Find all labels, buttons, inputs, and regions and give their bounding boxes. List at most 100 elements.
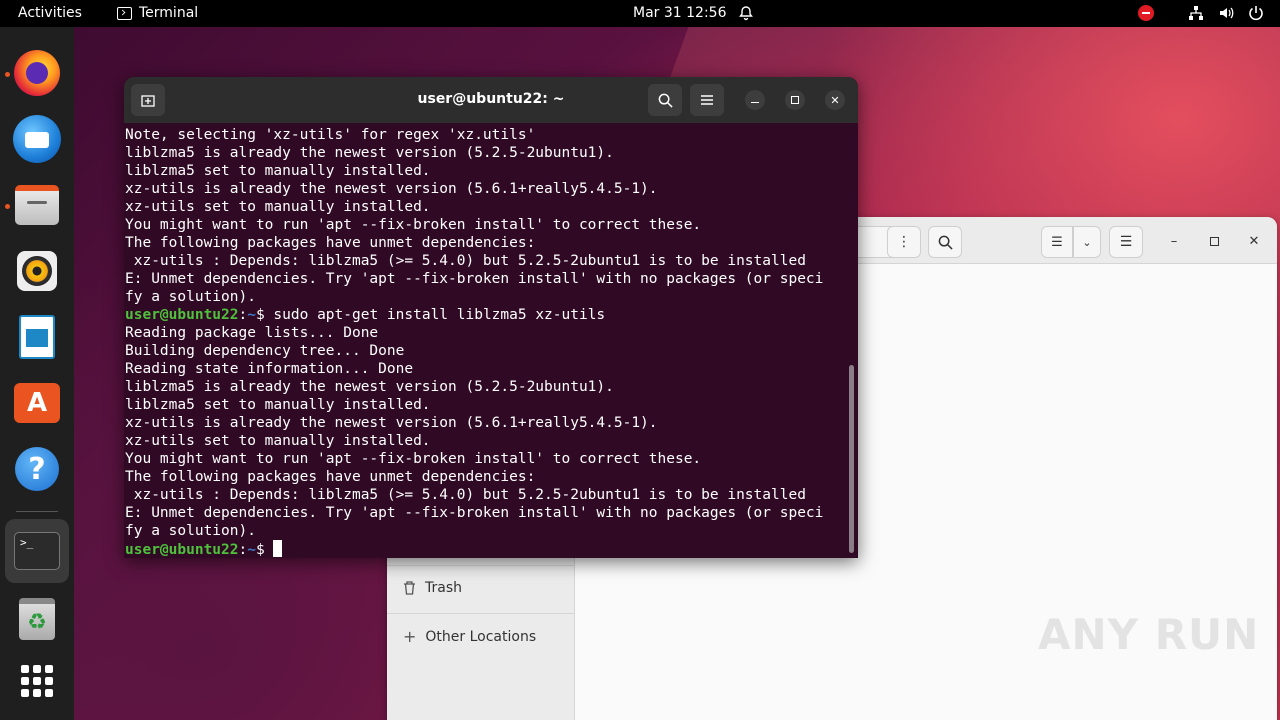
kebab-icon: ⋮ xyxy=(897,234,911,250)
output-line: You might want to run 'apt --fix-broken … xyxy=(125,216,845,234)
output-line: The following packages have unmet depend… xyxy=(125,234,845,252)
activities-button[interactable]: Activities xyxy=(18,5,82,21)
prompt-user: user@ubuntu22 xyxy=(125,307,239,323)
output-line: liblzma5 set to manually installed. xyxy=(125,396,845,414)
search-button[interactable] xyxy=(648,84,682,116)
dock-terminal[interactable]: >_ xyxy=(5,519,69,583)
line-text: xz-utils is already the newest version (… xyxy=(125,415,658,431)
line-text: xz-utils : Depends: liblzma5 (>= 5.4.0) … xyxy=(125,487,806,503)
line-text: You might want to run 'apt --fix-broken … xyxy=(125,451,702,467)
output-line: You might want to run 'apt --fix-broken … xyxy=(125,450,845,468)
terminal-window[interactable]: user@ubuntu22: ~ ✕ Note, selecting 'xz-u… xyxy=(124,77,858,558)
files-icon xyxy=(15,185,59,225)
app-menu[interactable]: Terminal xyxy=(117,5,198,21)
close-button[interactable]: ✕ xyxy=(1244,231,1264,251)
line-text: xz-utils : Depends: liblzma5 (>= 5.4.0) … xyxy=(125,253,806,269)
search-icon xyxy=(938,235,953,250)
maximize-button[interactable] xyxy=(785,90,805,110)
menu-button[interactable] xyxy=(690,84,724,116)
dock-help[interactable]: ? xyxy=(5,437,69,501)
dock: A ? >_ ♻ xyxy=(0,27,74,720)
line-text: E: Unmet dependencies. Try 'apt --fix-br… xyxy=(125,271,824,287)
dock-files[interactable] xyxy=(5,173,69,237)
main-menu-button[interactable]: ☰ xyxy=(1109,226,1143,258)
line-text: fy a solution). xyxy=(125,289,256,305)
output-line: fy a solution). xyxy=(125,288,845,306)
prompt-line: user@ubuntu22:~$ sudo apt-get install li… xyxy=(125,306,845,324)
output-line: Note, selecting 'xz-utils' for regex 'xz… xyxy=(125,126,845,144)
thunderbird-icon xyxy=(13,115,61,163)
line-text: Reading state information... Done xyxy=(125,361,414,377)
dock-show-apps[interactable] xyxy=(5,649,69,713)
sidebar-divider xyxy=(387,613,575,614)
list-view-icon: ☰ xyxy=(1051,234,1063,250)
maximize-button[interactable] xyxy=(1204,231,1224,251)
prompt-path: ~ xyxy=(247,542,256,558)
output-line: liblzma5 set to manually installed. xyxy=(125,162,845,180)
text-cursor xyxy=(273,540,283,557)
dock-thunderbird[interactable] xyxy=(5,107,69,171)
output-line: liblzma5 is already the newest version (… xyxy=(125,378,845,396)
hamburger-icon: ☰ xyxy=(1119,234,1133,250)
dock-trash[interactable]: ♻ xyxy=(5,587,69,651)
output-line: Reading state information... Done xyxy=(125,360,845,378)
dock-writer[interactable] xyxy=(5,305,69,369)
scrollbar[interactable] xyxy=(849,365,854,553)
do-not-disturb-icon[interactable] xyxy=(1138,5,1154,21)
trash-icon: ♻ xyxy=(19,598,55,640)
minimize-button[interactable] xyxy=(745,90,765,110)
maximize-icon xyxy=(1209,236,1219,246)
app-grid-icon xyxy=(21,665,53,697)
output-line: xz-utils : Depends: liblzma5 (>= 5.4.0) … xyxy=(125,252,845,270)
prompt-user: user@ubuntu22 xyxy=(125,542,239,558)
hamburger-icon xyxy=(701,95,713,105)
sidebar-item-other-locations[interactable]: + Other Locations xyxy=(403,627,536,646)
output-line: xz-utils set to manually installed. xyxy=(125,432,845,450)
top-bar: Activities Terminal Mar 31 12:56 xyxy=(0,0,1280,27)
maximize-icon xyxy=(791,96,799,104)
line-text: xz-utils set to manually installed. xyxy=(125,199,431,215)
trash-icon xyxy=(404,581,415,595)
bell-icon[interactable] xyxy=(738,5,754,21)
volume-icon[interactable] xyxy=(1218,5,1234,21)
prompt-colon: : xyxy=(238,542,248,558)
line-text: Reading package lists... Done xyxy=(125,325,379,341)
writer-icon xyxy=(19,315,55,359)
terminal-output[interactable]: Note, selecting 'xz-utils' for regex 'xz… xyxy=(125,126,845,558)
line-text: fy a solution). xyxy=(125,523,256,539)
sidebar-item-trash[interactable]: Trash xyxy=(403,580,462,596)
line-text: The following packages have unmet depend… xyxy=(125,235,536,251)
line-text: Note, selecting 'xz-utils' for regex 'xz… xyxy=(125,127,536,143)
list-view-button[interactable]: ☰ xyxy=(1041,226,1073,258)
output-line: E: Unmet dependencies. Try 'apt --fix-br… xyxy=(125,270,845,288)
view-options-button[interactable]: ⌄ xyxy=(1073,226,1101,258)
app-menu-label: Terminal xyxy=(139,5,199,21)
search-button[interactable] xyxy=(928,226,962,258)
terminal-headerbar: user@ubuntu22: ~ ✕ xyxy=(124,77,858,123)
network-icon[interactable] xyxy=(1188,5,1204,21)
line-text: Building dependency tree... Done xyxy=(125,343,405,359)
output-line: The following packages have unmet depend… xyxy=(125,468,845,486)
minimize-button[interactable]: – xyxy=(1164,231,1184,251)
output-line: Reading package lists... Done xyxy=(125,324,845,342)
prompt-colon: : xyxy=(238,307,248,323)
output-line: liblzma5 is already the newest version (… xyxy=(125,144,845,162)
path-menu-button[interactable]: ⋮ xyxy=(887,226,921,258)
line-text: You might want to run 'apt --fix-broken … xyxy=(125,217,702,233)
line-text: $ sudo apt-get install liblzma5 xz-utils xyxy=(255,307,606,323)
output-line: xz-utils set to manually installed. xyxy=(125,198,845,216)
software-store-icon: A xyxy=(14,383,60,423)
dock-rhythmbox[interactable] xyxy=(5,239,69,303)
chevron-down-icon: ⌄ xyxy=(1082,235,1092,249)
close-icon: ✕ xyxy=(1248,233,1260,249)
power-icon[interactable] xyxy=(1248,5,1264,21)
prompt-line: user@ubuntu22:~$ xyxy=(125,540,845,558)
close-icon: ✕ xyxy=(830,93,840,107)
clock[interactable]: Mar 31 12:56 xyxy=(633,5,726,21)
close-button[interactable]: ✕ xyxy=(825,90,845,110)
dock-software[interactable]: A xyxy=(5,371,69,435)
terminal-icon: >_ xyxy=(14,532,60,570)
system-tray[interactable] xyxy=(1138,5,1264,21)
output-line: E: Unmet dependencies. Try 'apt --fix-br… xyxy=(125,504,845,522)
dock-firefox[interactable] xyxy=(5,41,69,105)
